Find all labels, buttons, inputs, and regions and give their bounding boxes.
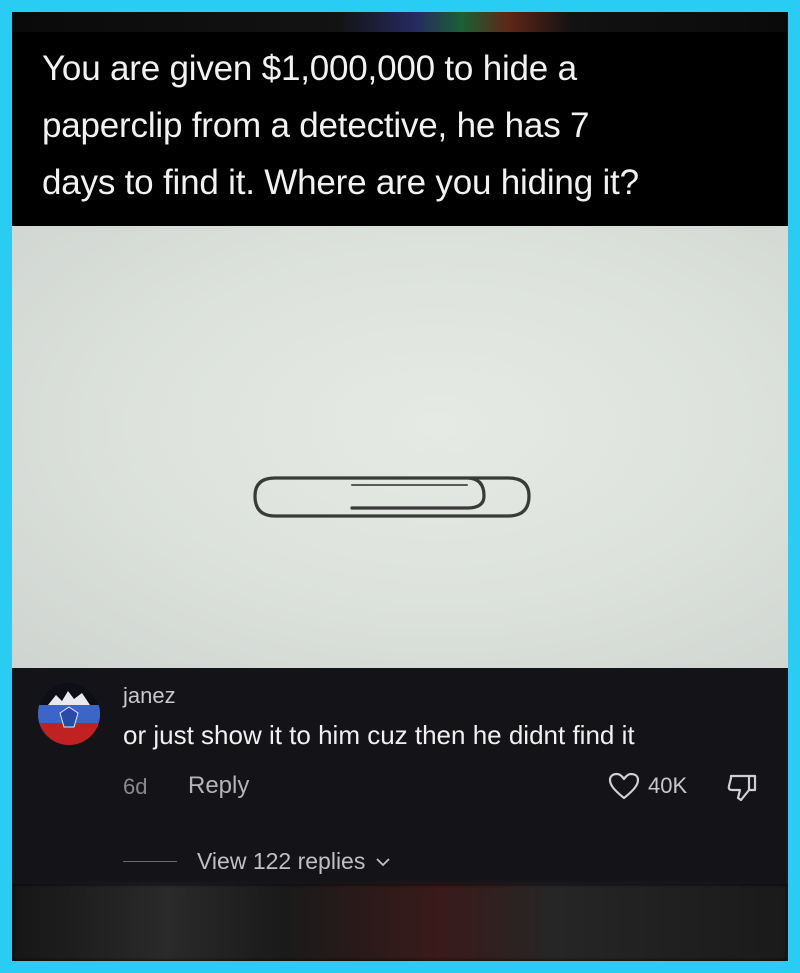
reply-button[interactable]: Reply	[188, 772, 249, 800]
heart-icon	[608, 772, 640, 800]
question-line-3: days to find it. Where are you hiding it…	[42, 163, 639, 202]
comment-timestamp: 6d	[123, 774, 148, 799]
question-line-1: You are given $1,000,000 to hide a	[42, 49, 577, 88]
question-line-2: paperclip from a detective, he has 7	[42, 106, 590, 145]
comment-username[interactable]: janez	[123, 683, 176, 709]
view-replies-button[interactable]: View 122 replies	[123, 848, 391, 875]
replies-divider	[123, 861, 177, 862]
view-replies-label: View 122 replies	[197, 848, 366, 874]
post-frame: You are given $1,000,000 to hide a paper…	[12, 12, 788, 961]
avatar[interactable]	[38, 683, 100, 745]
like-count: 40K	[648, 773, 688, 798]
post-question: You are given $1,000,000 to hide a paper…	[42, 40, 762, 211]
next-post-preview	[12, 884, 788, 961]
chevron-down-icon	[376, 857, 390, 866]
avatar-image	[38, 683, 100, 745]
dislike-button[interactable]	[725, 772, 759, 809]
top-strip	[12, 12, 788, 32]
paperclip-image	[253, 476, 531, 518]
like-button[interactable]: 40K	[608, 772, 687, 800]
thumbs-down-icon	[727, 774, 757, 802]
paperclip-photo	[12, 226, 788, 668]
comment-text: or just show it to him cuz then he didnt…	[123, 720, 635, 750]
comment-section: janez or just show it to him cuz then he…	[12, 668, 788, 884]
